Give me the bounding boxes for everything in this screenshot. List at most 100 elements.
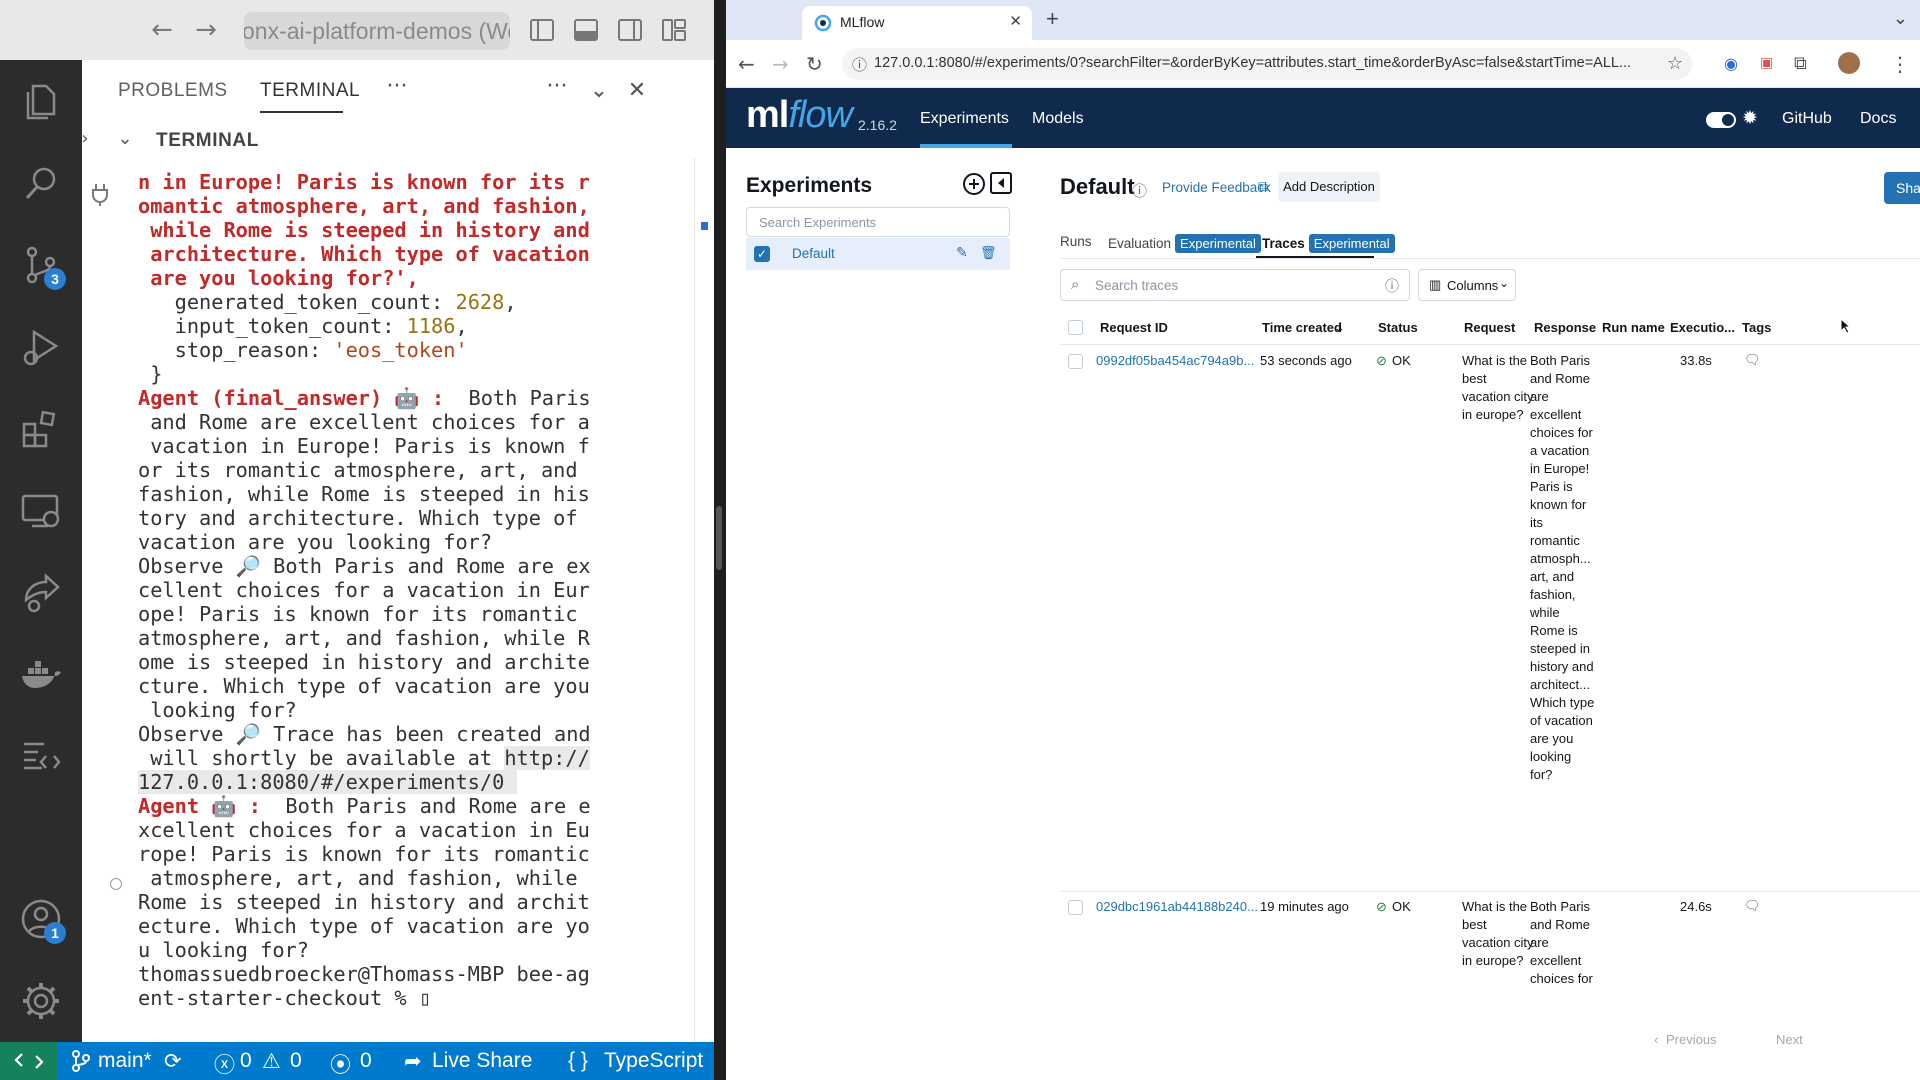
tab-traces[interactable]: Traces Experimental	[1262, 234, 1395, 253]
add-experiment-icon[interactable]	[962, 172, 986, 196]
profile-avatar[interactable]	[1838, 52, 1860, 74]
forward-arrow-icon[interactable]: →	[772, 52, 789, 76]
tab-terminal[interactable]: TERMINAL	[260, 80, 360, 102]
chevron-right-icon[interactable]: ›	[72, 126, 98, 152]
remote-explorer-icon[interactable]	[18, 488, 64, 534]
experiment-list-item[interactable]: ✓ Default ✎ 🗑	[746, 238, 1010, 270]
nav-models[interactable]: Models	[1032, 110, 1084, 128]
bookmark-star-icon[interactable]: ☆	[1667, 53, 1683, 74]
experiment-checkbox[interactable]: ✓	[754, 246, 770, 262]
close-tab-icon[interactable]: ✕	[1009, 12, 1022, 30]
remote-indicator[interactable]	[0, 1042, 58, 1080]
next-page-button[interactable]: Next	[1776, 1032, 1803, 1047]
previous-page-button[interactable]: Previous	[1666, 1032, 1717, 1047]
add-description-button[interactable]: Add Description	[1278, 172, 1380, 202]
header-request-id[interactable]: Request ID	[1100, 320, 1168, 335]
warning-count[interactable]: 0	[290, 1049, 302, 1073]
external-link-icon[interactable]: ⧉	[1258, 178, 1268, 195]
extensions-puzzle-icon[interactable]: ⧉	[1794, 53, 1807, 74]
tab-runs[interactable]: Runs	[1060, 234, 1092, 249]
header-response[interactable]: Response	[1534, 320, 1596, 335]
reload-icon[interactable]: ↻	[806, 52, 823, 76]
header-status[interactable]: Status	[1378, 320, 1418, 335]
terminal-scrollbar[interactable]	[694, 158, 714, 1042]
table-row[interactable]: 0992df05ba454ac794a9b... 53 seconds ago …	[1060, 346, 1920, 892]
trash-icon[interactable]: 🗑	[980, 245, 997, 261]
tab-evaluation[interactable]: Evaluation Experimental	[1108, 234, 1261, 253]
collapse-sidebar-icon[interactable]	[990, 172, 1012, 194]
chevron-down-icon[interactable]: ⌄	[586, 78, 612, 104]
run-debug-icon[interactable]	[18, 324, 64, 370]
browser-tab[interactable]: MLflow ✕	[802, 6, 1032, 40]
error-icon[interactable]: ⓧ	[214, 1049, 235, 1079]
live-share-icon[interactable]	[18, 570, 64, 616]
more-actions-icon[interactable]: ···	[544, 74, 570, 100]
share-button[interactable]: Sha	[1884, 172, 1920, 204]
back-arrow-icon[interactable]: ←	[738, 52, 755, 76]
divider-grip[interactable]	[716, 506, 722, 570]
gear-icon[interactable]	[18, 978, 64, 1024]
info-icon[interactable]: ⓘ	[1385, 276, 1399, 296]
select-all-checkbox[interactable]	[1068, 320, 1083, 335]
tag-icon[interactable]: 🗨	[1744, 351, 1761, 369]
extension-icon[interactable]: ▣	[1760, 55, 1773, 71]
nav-experiments[interactable]: Experiments	[920, 110, 1009, 128]
nav-github[interactable]: GitHub	[1782, 110, 1832, 128]
experiment-search-input[interactable]: Search Experiments	[746, 207, 1010, 237]
columns-button[interactable]: ▥ Columns ⌄	[1418, 269, 1516, 301]
address-bar[interactable]: ⓘ 127.0.0.1:8080/#/experiments/0?searchF…	[842, 48, 1692, 80]
sort-icon[interactable]: ⇣	[1334, 320, 1345, 336]
mlflow-logo[interactable]: mlflow	[746, 94, 853, 137]
extensions-icon[interactable]	[18, 406, 64, 452]
search-icon[interactable]	[18, 160, 64, 206]
tag-icon[interactable]: 🗨	[1744, 897, 1761, 915]
warning-icon[interactable]: ⚠	[262, 1049, 281, 1074]
terminal-output[interactable]: n in Europe! Paris is known for its r oma…	[128, 158, 688, 1040]
docker-icon[interactable]	[18, 652, 64, 698]
tab-problems[interactable]: PROBLEMS	[118, 80, 228, 102]
window-divider[interactable]	[714, 0, 726, 1080]
table-row[interactable]: 029dbc1961ab44188b240... 19 minutes ago …	[1060, 892, 1920, 1032]
ports-icon[interactable]: ⦿	[330, 1049, 351, 1079]
live-share-status-icon[interactable]: ➦	[404, 1049, 422, 1074]
new-tab-icon[interactable]: +	[1046, 6, 1059, 32]
tab-search-icon[interactable]: ⌄	[1893, 8, 1908, 29]
error-count[interactable]: 0	[240, 1049, 252, 1073]
request-id-link[interactable]: 029dbc1961ab44188b240...	[1096, 898, 1258, 916]
row-checkbox[interactable]	[1068, 354, 1083, 369]
site-info-icon[interactable]: ⓘ	[852, 54, 867, 75]
request-id-link[interactable]: 0992df05ba454ac794a9b...	[1096, 352, 1254, 370]
testing-icon[interactable]	[18, 734, 64, 780]
ports-count[interactable]: 0	[360, 1049, 372, 1073]
nav-docs[interactable]: Docs	[1860, 110, 1896, 128]
header-execution[interactable]: Executio...	[1670, 320, 1735, 335]
panel-overflow-icon[interactable]: ···	[384, 74, 410, 100]
command-center[interactable]: onx-ai-platform-demos (Wo	[244, 12, 510, 50]
dark-mode-toggle[interactable]	[1706, 112, 1736, 128]
sync-icon[interactable]: ⟳	[164, 1049, 182, 1074]
explorer-icon[interactable]	[18, 78, 64, 124]
provide-feedback-link[interactable]: Provide Feedback	[1162, 180, 1271, 195]
experiment-name[interactable]: Default	[792, 246, 835, 261]
toggle-secondary-sidebar-icon[interactable]	[616, 16, 644, 44]
header-run-name[interactable]: Run name	[1602, 320, 1665, 335]
header-tags[interactable]: Tags	[1742, 320, 1771, 335]
edit-icon[interactable]: ✎	[956, 244, 968, 261]
customize-layout-icon[interactable]	[660, 16, 688, 44]
forward-arrow-icon[interactable]: →	[190, 14, 222, 46]
chevron-down-icon[interactable]: ⌄	[112, 126, 138, 152]
back-arrow-icon[interactable]: ←	[146, 14, 178, 46]
row-checkbox[interactable]	[1068, 900, 1083, 915]
live-share-status[interactable]: Live Share	[432, 1049, 532, 1073]
header-time-created[interactable]: Time created	[1262, 320, 1342, 335]
password-manager-icon[interactable]: ◉	[1724, 54, 1738, 73]
close-icon[interactable]: ✕	[624, 78, 650, 104]
info-icon[interactable]: ⓘ	[1132, 180, 1147, 201]
trace-search-input[interactable]: ⌕ Search traces ⓘ	[1060, 269, 1410, 301]
browser-menu-icon[interactable]: ⋮	[1890, 52, 1910, 76]
header-request[interactable]: Request	[1464, 320, 1515, 335]
branch-icon[interactable]	[70, 1049, 92, 1075]
branch-name[interactable]: main*	[98, 1049, 152, 1073]
language-mode[interactable]: TypeScript	[604, 1049, 703, 1073]
toggle-panel-icon[interactable]	[572, 16, 600, 44]
